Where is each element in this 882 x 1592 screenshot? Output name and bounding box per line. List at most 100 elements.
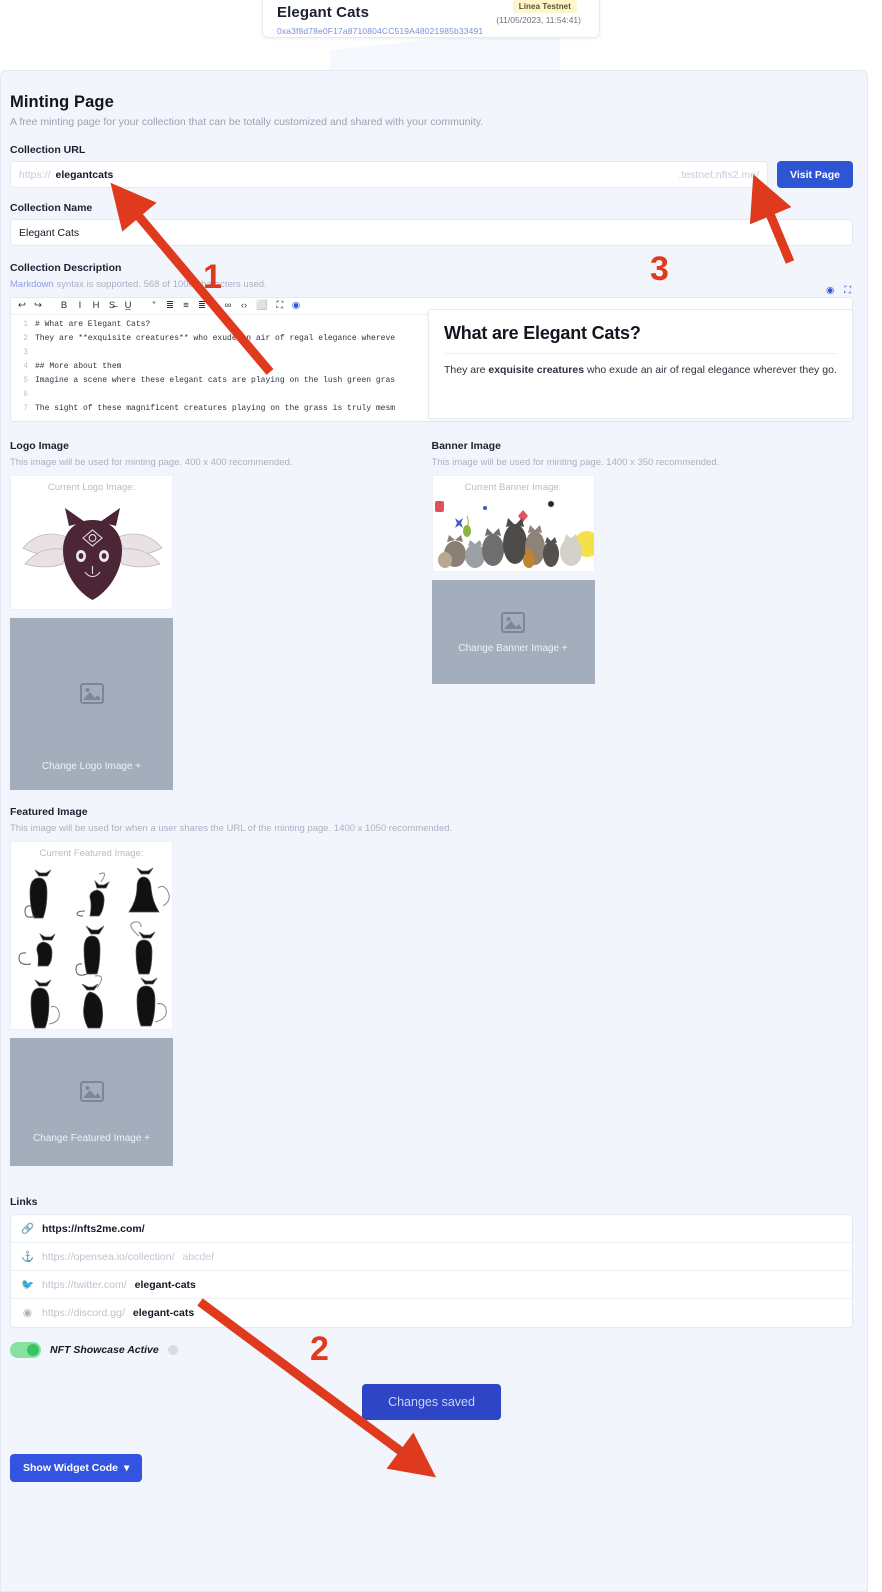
current-featured-image: Current Featured Image:	[10, 841, 173, 1030]
link-prefix: https://twitter.com/	[42, 1278, 127, 1291]
fullscreen-icon[interactable]: ⛶	[844, 285, 851, 296]
links-list: 🔗 https://nfts2me.com/ ⚓ https://opensea.io…	[10, 1214, 853, 1328]
change-logo-image-dropzone[interactable]: Change Logo Image +	[10, 618, 173, 790]
preview-body-bold: exquisite creatures	[488, 364, 585, 376]
preview-body-post: who exude an air of regal elegance where…	[584, 364, 837, 376]
preview-toolbar: ◉ ⛶	[826, 285, 851, 296]
markdown-help-rest: syntax is supported. 568 of 1000 charact…	[53, 279, 267, 290]
chevron-down-icon: ▾	[123, 1462, 130, 1474]
current-logo-image: Current Logo Image:	[10, 475, 173, 610]
line-number: 1	[23, 320, 28, 329]
preview-body: They are exquisite creatures who exude a…	[444, 363, 837, 378]
winged-cat-logo-art	[11, 496, 172, 609]
cat-group-banner-art	[432, 496, 594, 571]
link-value: https://nfts2me.com/	[42, 1222, 145, 1235]
nft-showcase-toggle-row: NFT Showcase Active	[10, 1342, 853, 1358]
show-widget-code-button[interactable]: Show Widget Code ▾	[10, 1454, 143, 1482]
bullet-list-icon[interactable]: ≡	[182, 301, 190, 311]
ordered-list-icon[interactable]: ≣	[166, 301, 174, 311]
image-icon[interactable]: ⬜	[256, 301, 268, 311]
show-widget-code-label: Show Widget Code	[23, 1462, 118, 1474]
logo-image-preview	[11, 496, 172, 609]
preview-eye-icon[interactable]: ◉	[826, 285, 834, 296]
info-icon[interactable]	[167, 1345, 178, 1355]
link-icon[interactable]: ∞	[224, 301, 232, 311]
banner-image-label: Banner Image	[431, 440, 501, 452]
collection-description-label: Collection Description	[10, 262, 122, 274]
markdown-line-text: Imagine a scene where these elegant cats…	[35, 376, 396, 385]
change-banner-image-dropzone[interactable]: Change Banner Image +	[431, 580, 595, 684]
link-icon: 🔗	[20, 1223, 35, 1235]
nft-showcase-label: NFT Showcase Active	[50, 1344, 159, 1356]
page-subtitle: A free minting page for your collection …	[10, 116, 484, 128]
toggle-knob	[27, 1344, 39, 1356]
header-timestamp: (11/05/2023, 11:54:41)	[496, 15, 581, 25]
collection-description-help: Markdown syntax is supported. 568 of 100…	[10, 279, 853, 290]
change-featured-image-label: Change Featured Image +	[32, 1133, 151, 1144]
top-header-strip: Elegant Cats 0xa3f8d78e0F17a8710804CC519…	[0, 0, 882, 70]
fullscreen-icon[interactable]: ⛶	[276, 301, 284, 311]
current-logo-caption: Current Logo Image:	[47, 482, 136, 493]
markdown-line-text: The sight of these magnificent creatures…	[35, 404, 396, 413]
collection-name-value: Elegant Cats	[19, 226, 80, 239]
save-button-wrapper: Changes saved	[10, 1384, 853, 1420]
banner-image-help: This image will be used for minting page…	[431, 457, 720, 468]
collection-url-row: https:// elegantcats .testnet.nfts2.me/ …	[10, 161, 853, 188]
link-row[interactable]: ◉ https://discord.gg/elegant-cats	[11, 1299, 852, 1327]
link-prefix: https://opensea.io/collection/	[42, 1250, 175, 1263]
line-number: 4	[23, 362, 28, 371]
change-featured-image-dropzone[interactable]: Change Featured Image +	[10, 1038, 173, 1166]
line-number: 6	[23, 390, 28, 399]
strikethrough-icon[interactable]: S̶	[108, 301, 116, 311]
collection-name-input[interactable]: Elegant Cats	[10, 219, 853, 246]
nft-showcase-toggle[interactable]	[10, 1342, 41, 1358]
twitter-icon: 🐦	[20, 1279, 35, 1291]
collection-url-input[interactable]: https:// elegantcats .testnet.nfts2.me/	[10, 161, 768, 188]
banner-image-section: Banner Image This image will be used for…	[431, 440, 854, 790]
code-icon[interactable]: ‹›	[240, 301, 248, 311]
link-value: elegant-cats	[132, 1307, 195, 1319]
quote-icon[interactable]: ”	[150, 301, 158, 311]
network-badge: Linea Testnet	[512, 0, 577, 13]
cat-silhouette-grid-art	[11, 862, 172, 1029]
current-banner-caption: Current Banner Image:	[464, 482, 562, 493]
preview-body-pre: They are	[444, 364, 489, 376]
checklist-icon[interactable]: ≣	[198, 301, 206, 311]
collection-header-card: Elegant Cats 0xa3f8d78e0F17a8710804CC519…	[262, 0, 600, 38]
logo-image-section: Logo Image This image will be used for m…	[10, 440, 432, 790]
featured-image-preview	[11, 862, 172, 1029]
url-value: elegantcats	[55, 168, 114, 181]
link-row[interactable]: ⚓ https://opensea.io/collection/abcdef	[11, 1243, 852, 1271]
underline-icon[interactable]: U̲	[124, 301, 132, 311]
markdown-help-link[interactable]: Markdown	[10, 279, 54, 290]
bold-icon[interactable]: B	[60, 301, 68, 311]
preview-eye-icon[interactable]: ◉	[292, 301, 300, 311]
markdown-preview-card: What are Elegant Cats? They are exquisit…	[428, 309, 853, 419]
featured-image-section: Featured Image This image will be used f…	[10, 806, 853, 1166]
link-prefix: https://discord.gg/	[42, 1307, 125, 1319]
markdown-line-text: ## More about them	[35, 362, 122, 371]
contract-address[interactable]: 0xa3f8d78e0F17a8710804CC519A48021985b334…	[277, 26, 585, 36]
redo-icon[interactable]: ↪	[34, 301, 42, 311]
save-button[interactable]: Changes saved	[362, 1384, 501, 1420]
link-row[interactable]: 🐦 https://twitter.com/elegant-cats	[11, 1271, 852, 1299]
logo-image-help: This image will be used for minting page…	[10, 457, 293, 468]
line-number: 2	[23, 334, 28, 343]
change-logo-image-label: Change Logo Image +	[41, 761, 142, 772]
collection-name-label: Collection Name	[10, 202, 93, 214]
minting-page-panel: Minting Page A free minting page for you…	[0, 70, 868, 1592]
link-row[interactable]: 🔗 https://nfts2me.com/	[11, 1215, 852, 1243]
markdown-line-text: # What are Elegant Cats?	[35, 320, 151, 329]
visit-page-button[interactable]: Visit Page	[777, 161, 853, 188]
undo-icon[interactable]: ↩	[18, 301, 26, 311]
heading-icon[interactable]: H	[92, 301, 100, 311]
image-placeholder-icon	[79, 683, 104, 709]
opensea-icon: ⚓	[20, 1251, 35, 1263]
url-prefix: https://	[19, 168, 51, 181]
line-number: 3	[23, 348, 28, 357]
preview-heading: What are Elegant Cats?	[444, 323, 837, 354]
italic-icon[interactable]: I	[76, 301, 84, 311]
featured-image-label: Featured Image	[10, 806, 88, 818]
logo-image-label: Logo Image	[10, 440, 69, 452]
collection-url-label: Collection URL	[10, 144, 86, 156]
